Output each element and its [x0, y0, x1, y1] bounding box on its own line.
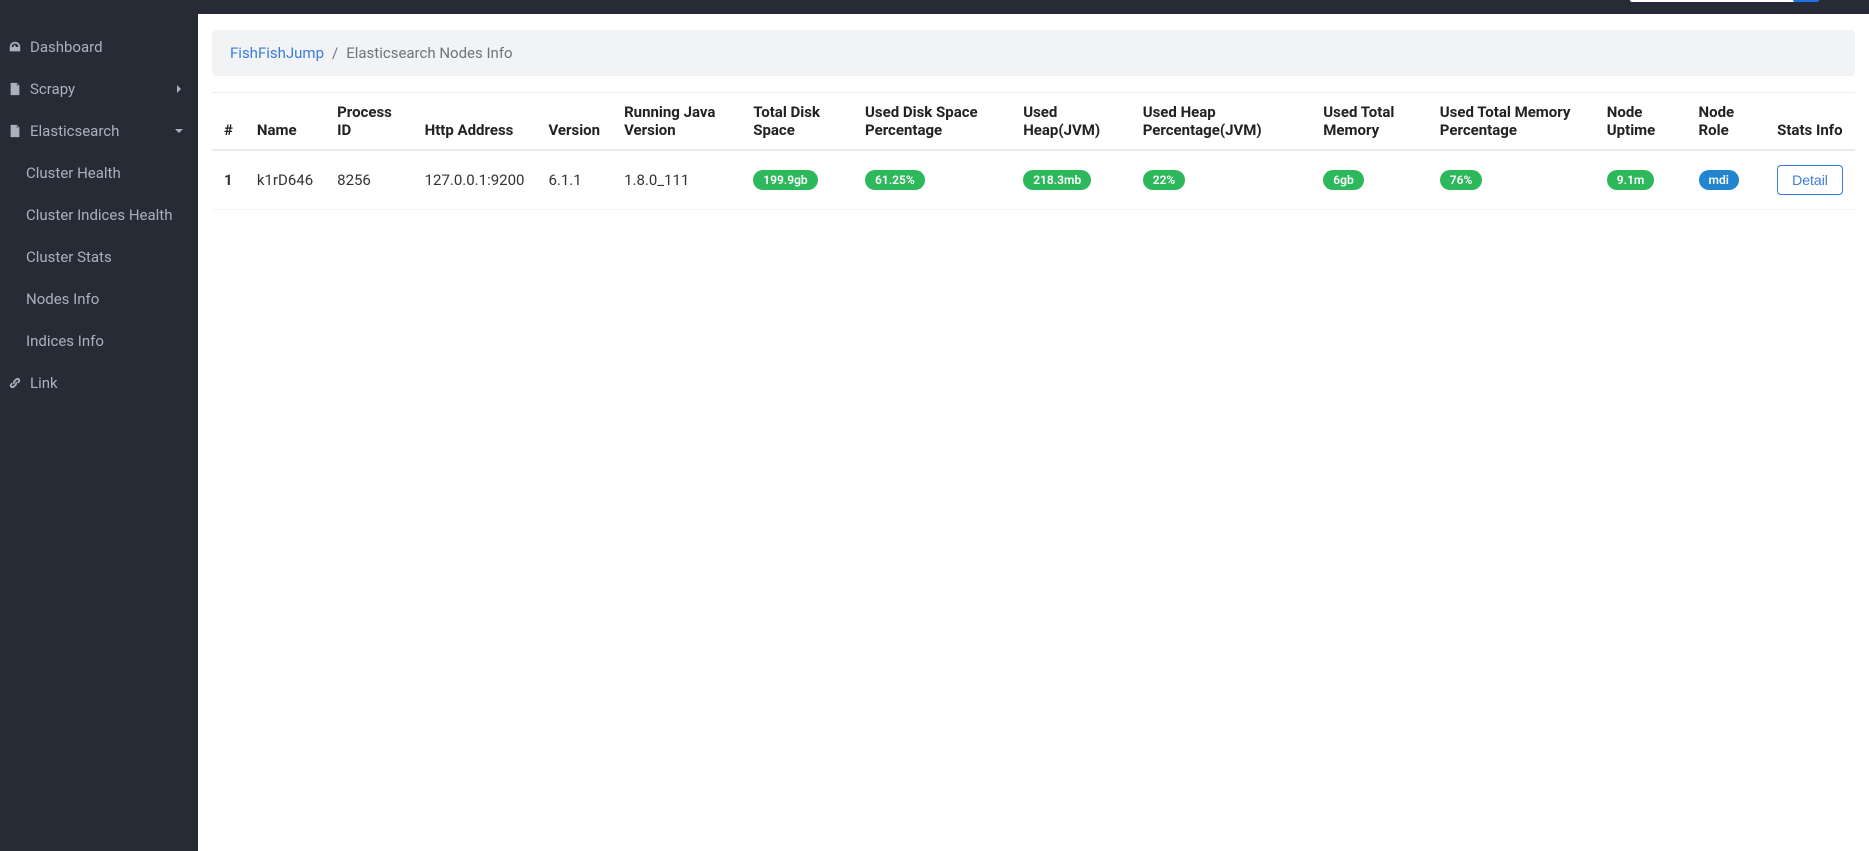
- chevron-right-icon: [172, 82, 186, 96]
- sidebar-sub-cluster-stats[interactable]: Cluster Stats: [0, 236, 198, 278]
- cell-used-total-mem: 6gb: [1311, 150, 1428, 210]
- cell-stats-info: Detail: [1765, 150, 1855, 210]
- breadcrumb: FishFishJump / Elasticsearch Nodes Info: [212, 30, 1855, 76]
- col-used-heap-pct: Used Heap Percentage(JVM): [1131, 93, 1312, 151]
- node-role-badge: mdi: [1699, 170, 1739, 190]
- cell-version: 6.1.1: [536, 150, 612, 210]
- search-button-stub[interactable]: [1793, 0, 1819, 2]
- file-icon: [8, 82, 22, 96]
- col-process-id: Process ID: [325, 93, 412, 151]
- link-icon: [8, 376, 22, 390]
- cell-node-role: mdi: [1687, 150, 1766, 210]
- sidebar-sub-label: Cluster Stats: [26, 248, 112, 266]
- sidebar-item-label: Link: [30, 374, 58, 392]
- search-input-stub[interactable]: [1630, 0, 1805, 2]
- sidebar-sub-nodes-info[interactable]: Nodes Info: [0, 278, 198, 320]
- sidebar-item-elasticsearch[interactable]: Elasticsearch: [0, 110, 198, 152]
- cell-idx: 1: [212, 150, 245, 210]
- sidebar-sub-cluster-indices-health[interactable]: Cluster Indices Health: [0, 194, 198, 236]
- col-http-address: Http Address: [413, 93, 537, 151]
- detail-button[interactable]: Detail: [1777, 165, 1843, 195]
- sidebar-item-dashboard[interactable]: Dashboard: [0, 26, 198, 68]
- col-idx: #: [212, 93, 245, 151]
- sidebar-item-label: Dashboard: [30, 38, 103, 56]
- col-java-version: Running Java Version: [612, 93, 741, 151]
- col-name: Name: [245, 93, 325, 151]
- used-disk-pct-badge: 61.25%: [865, 170, 925, 190]
- sidebar-item-scrapy[interactable]: Scrapy: [0, 68, 198, 110]
- breadcrumb-separator: /: [332, 44, 338, 62]
- sidebar-sub-indices-info[interactable]: Indices Info: [0, 320, 198, 362]
- cell-used-heap: 218.3mb: [1011, 150, 1131, 210]
- cell-http-address: 127.0.0.1:9200: [413, 150, 537, 210]
- sidebar-sub-label: Nodes Info: [26, 290, 99, 308]
- col-node-role: Node Role: [1687, 93, 1766, 151]
- sidebar-sub-label: Cluster Indices Health: [26, 206, 172, 224]
- cell-used-total-mem-pct: 76%: [1428, 150, 1595, 210]
- cell-used-heap-pct: 22%: [1131, 150, 1312, 210]
- used-heap-pct-badge: 22%: [1143, 170, 1186, 190]
- col-stats-info: Stats Info: [1765, 93, 1855, 151]
- cell-process-id: 8256: [325, 150, 412, 210]
- col-used-heap: Used Heap(JVM): [1011, 93, 1131, 151]
- col-used-total-mem: Used Total Memory: [1311, 93, 1428, 151]
- breadcrumb-current: Elasticsearch Nodes Info: [346, 44, 512, 62]
- used-total-mem-pct-badge: 76%: [1440, 170, 1483, 190]
- main-content: FishFishJump / Elasticsearch Nodes Info …: [198, 14, 1869, 851]
- file-icon: [8, 124, 22, 138]
- sidebar-sub-label: Cluster Health: [26, 164, 121, 182]
- breadcrumb-root-link[interactable]: FishFishJump: [230, 44, 324, 62]
- col-total-disk: Total Disk Space: [741, 93, 853, 151]
- cell-total-disk: 199.9gb: [741, 150, 853, 210]
- dashboard-icon: [8, 40, 22, 54]
- sidebar-sub-label: Indices Info: [26, 332, 104, 350]
- node-uptime-badge: 9.1m: [1607, 170, 1655, 190]
- col-version: Version: [536, 93, 612, 151]
- col-used-disk-pct: Used Disk Space Percentage: [853, 93, 1011, 151]
- used-total-mem-badge: 6gb: [1323, 170, 1363, 190]
- sidebar: Dashboard Scrapy Elasticsearch: [0, 14, 198, 851]
- used-heap-badge: 218.3mb: [1023, 170, 1091, 190]
- table-row: 1 k1rD646 8256 127.0.0.1:9200 6.1.1 1.8.…: [212, 150, 1855, 210]
- col-node-uptime: Node Uptime: [1595, 93, 1687, 151]
- nodes-table: # Name Process ID Http Address Version R…: [212, 92, 1855, 210]
- cell-node-uptime: 9.1m: [1595, 150, 1687, 210]
- total-disk-badge: 199.9gb: [753, 170, 817, 190]
- sidebar-item-link[interactable]: Link: [0, 362, 198, 404]
- col-used-total-mem-pct: Used Total Memory Percentage: [1428, 93, 1595, 151]
- sidebar-sub-cluster-health[interactable]: Cluster Health: [0, 152, 198, 194]
- table-header-row: # Name Process ID Http Address Version R…: [212, 93, 1855, 151]
- sidebar-item-label: Scrapy: [30, 80, 75, 98]
- chevron-down-icon: [172, 124, 186, 138]
- cell-used-disk-pct: 61.25%: [853, 150, 1011, 210]
- topbar: [0, 0, 1869, 14]
- cell-name: k1rD646: [245, 150, 325, 210]
- sidebar-item-label: Elasticsearch: [30, 122, 119, 140]
- cell-java-version: 1.8.0_111: [612, 150, 741, 210]
